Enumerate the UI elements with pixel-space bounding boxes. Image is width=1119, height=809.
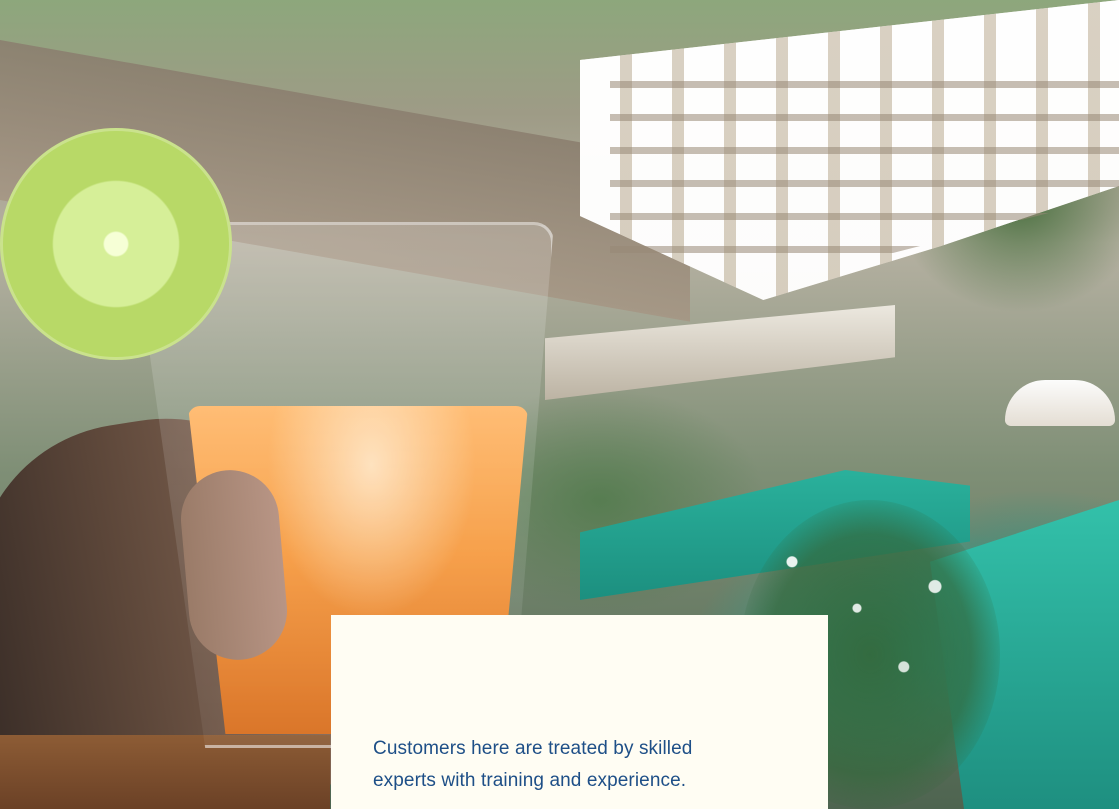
info-card: Customers here are treated by skilled ex… bbox=[331, 615, 828, 809]
hotel-balconies bbox=[610, 55, 1119, 255]
info-card-line-2: experts with training and experience. bbox=[373, 770, 687, 791]
hero-image: Customers here are treated by skilled ex… bbox=[0, 0, 1119, 809]
pool-umbrella bbox=[1005, 380, 1115, 426]
lime-slice bbox=[0, 128, 232, 360]
info-card-text: Customers here are treated by skilled ex… bbox=[373, 733, 792, 797]
info-card-line-1: Customers here are treated by skilled bbox=[373, 738, 693, 759]
hotel-walkway bbox=[545, 305, 895, 400]
